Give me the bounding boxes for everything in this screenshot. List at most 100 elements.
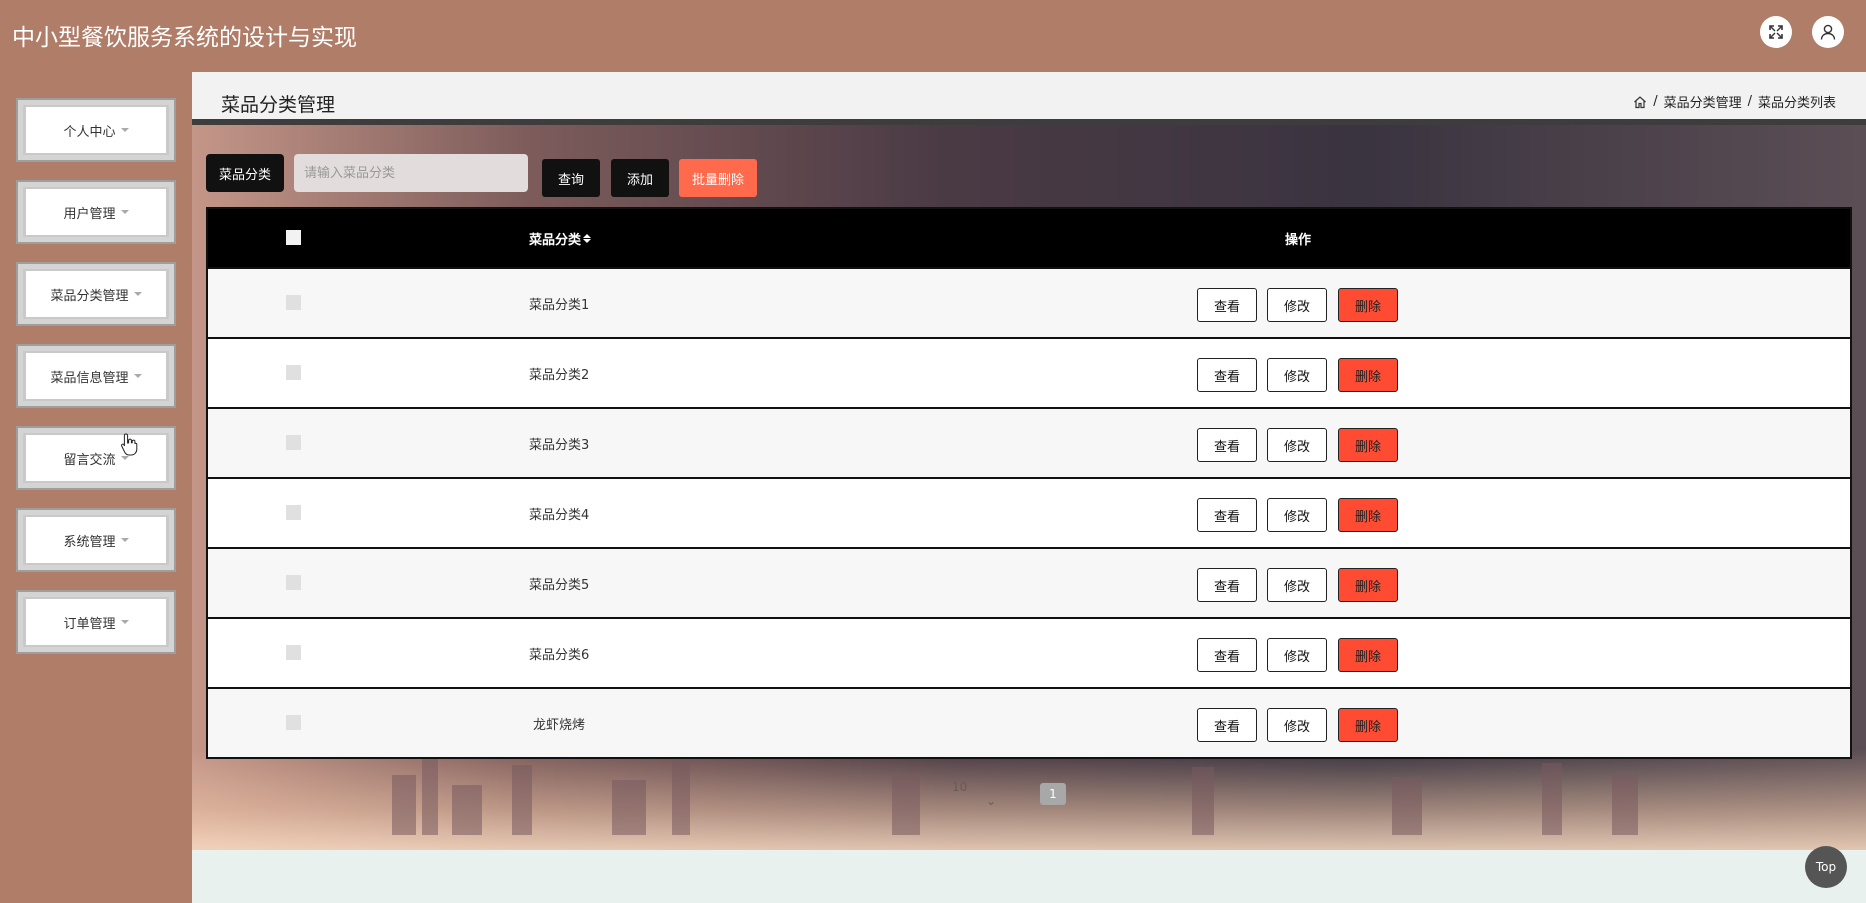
hand-cursor-icon xyxy=(121,433,138,456)
delete-button-label: 删除 xyxy=(1354,509,1381,525)
breadcrumb-item-category-management[interactable]: 菜品分类管理 xyxy=(1664,92,1742,111)
edit-button[interactable]: 修改 xyxy=(1267,708,1327,742)
sidebar-item-orders[interactable]: 订单管理 xyxy=(16,590,176,654)
page-title: 菜品分类管理 xyxy=(221,94,336,116)
chevron-down-icon: ⌄ xyxy=(986,794,997,808)
view-button[interactable]: 查看 xyxy=(1197,288,1257,322)
sidebar-item-user-management[interactable]: 用户管理 xyxy=(16,180,176,244)
delete-button-label: 删除 xyxy=(1354,649,1381,665)
delete-button-label: 删除 xyxy=(1354,579,1381,595)
table-row: 菜品分类3 查看 修改 删除 xyxy=(208,407,1850,477)
column-header-label: 菜品分类 xyxy=(529,232,582,248)
table-row: 菜品分类5 查看 修改 删除 xyxy=(208,547,1850,617)
sidebar-item-system[interactable]: 系统管理 xyxy=(16,508,176,572)
delete-button[interactable]: 删除 xyxy=(1338,568,1398,602)
column-header-actions: 操作 xyxy=(1285,232,1312,248)
sidebar-item-label: 个人中心 xyxy=(63,124,116,140)
delete-button[interactable]: 删除 xyxy=(1338,638,1398,672)
edit-button[interactable]: 修改 xyxy=(1267,428,1327,462)
edit-button[interactable]: 修改 xyxy=(1267,358,1327,392)
table-row: 菜品分类2 查看 修改 删除 xyxy=(208,337,1850,407)
sidebar-item-label: 系统管理 xyxy=(63,534,116,550)
sidebar-item-label: 用户管理 xyxy=(63,206,116,222)
page-number-current[interactable]: 1 xyxy=(1040,783,1066,805)
add-button[interactable]: 添加 xyxy=(611,159,669,197)
sidebar-item-label: 留言交流 xyxy=(63,452,116,468)
row-checkbox[interactable] xyxy=(286,435,301,450)
sidebar-item-messages[interactable]: 留言交流 xyxy=(16,426,176,490)
delete-button[interactable]: 删除 xyxy=(1338,288,1398,322)
row-checkbox[interactable] xyxy=(286,715,301,730)
breadcrumb-separator: / xyxy=(1747,94,1752,109)
delete-button-label: 删除 xyxy=(1354,369,1381,385)
back-to-top-button[interactable]: Top xyxy=(1805,846,1847,888)
table-header: 菜品分类 操作 xyxy=(208,209,1850,267)
breadcrumb-item-category-list: 菜品分类列表 xyxy=(1757,96,1836,111)
delete-button[interactable]: 删除 xyxy=(1338,498,1398,532)
delete-button-label: 删除 xyxy=(1354,299,1381,315)
view-button[interactable]: 查看 xyxy=(1197,638,1257,672)
query-button[interactable]: 查询 xyxy=(542,159,600,197)
row-checkbox[interactable] xyxy=(286,505,301,520)
app-title: 中小型餐饮服务系统的设计与实现 xyxy=(12,25,357,51)
category-name-cell: 龙虾烧烤 xyxy=(533,717,586,733)
row-checkbox[interactable] xyxy=(286,575,301,590)
select-all-checkbox[interactable] xyxy=(286,230,301,245)
app-header: 中小型餐饮服务系统的设计与实现 xyxy=(0,0,1866,72)
breadcrumb: / 菜品分类管理 / 菜品分类列表 xyxy=(1633,92,1836,111)
sidebar: 个人中心 用户管理 菜品分类管理 菜品信息管理 留言交流 系统管理 订单管理 xyxy=(0,72,192,903)
table-row: 菜品分类1 查看 修改 删除 xyxy=(208,267,1850,337)
table-row: 龙虾烧烤 查看 修改 删除 xyxy=(208,687,1850,757)
caret-down-icon xyxy=(133,292,142,296)
caret-down-icon xyxy=(120,456,129,460)
row-checkbox[interactable] xyxy=(286,365,301,380)
edit-button[interactable]: 修改 xyxy=(1267,498,1327,532)
row-checkbox[interactable] xyxy=(286,295,301,310)
category-name-cell: 菜品分类2 xyxy=(529,367,590,383)
user-button[interactable] xyxy=(1812,16,1844,48)
table-row: 菜品分类6 查看 修改 删除 xyxy=(208,617,1850,687)
edit-button[interactable]: 修改 xyxy=(1267,568,1327,602)
sidebar-item-label: 订单管理 xyxy=(63,616,116,632)
edit-button[interactable]: 修改 xyxy=(1267,288,1327,322)
table-row: 菜品分类4 查看 修改 删除 xyxy=(208,477,1850,547)
sidebar-item-dish-category[interactable]: 菜品分类管理 xyxy=(16,262,176,326)
sidebar-item-dish-info[interactable]: 菜品信息管理 xyxy=(16,344,176,408)
sort-icon[interactable] xyxy=(583,233,592,243)
caret-down-icon xyxy=(120,128,129,132)
view-button[interactable]: 查看 xyxy=(1197,358,1257,392)
category-table: 菜品分类 操作 菜品分类1 查看 修改 删除 菜品分类2 查看 修改 删除 菜品… xyxy=(206,207,1852,759)
caret-down-icon xyxy=(120,620,129,624)
sidebar-item-label: 菜品分类管理 xyxy=(50,288,129,304)
home-icon[interactable] xyxy=(1633,95,1647,109)
view-button[interactable]: 查看 xyxy=(1197,498,1257,532)
caret-down-icon xyxy=(133,374,142,378)
search-input[interactable] xyxy=(294,154,528,192)
category-name-cell: 菜品分类6 xyxy=(529,647,590,663)
row-checkbox[interactable] xyxy=(286,645,301,660)
view-button[interactable]: 查看 xyxy=(1197,568,1257,602)
page-title-bar: 菜品分类管理 / 菜品分类管理 / 菜品分类列表 xyxy=(192,72,1866,125)
view-button[interactable]: 查看 xyxy=(1197,708,1257,742)
sidebar-item-label: 菜品信息管理 xyxy=(50,370,129,386)
delete-button-label: 删除 xyxy=(1354,439,1381,455)
category-name-cell: 菜品分类5 xyxy=(529,577,590,593)
caret-down-icon xyxy=(120,538,129,542)
edit-button[interactable]: 修改 xyxy=(1267,638,1327,672)
batch-delete-button[interactable]: 批量删除 xyxy=(679,159,757,197)
page-size-select[interactable]: 10 ⌄ xyxy=(952,780,1012,808)
view-button[interactable]: 查看 xyxy=(1197,428,1257,462)
search-field-label: 菜品分类 xyxy=(206,154,284,192)
page-size-value: 10 xyxy=(952,780,968,794)
category-name-cell: 菜品分类1 xyxy=(529,297,590,313)
delete-button-label: 删除 xyxy=(1354,719,1381,735)
column-header-category[interactable]: 菜品分类 xyxy=(529,209,592,267)
category-name-cell: 菜品分类4 xyxy=(529,507,590,523)
caret-down-icon xyxy=(120,210,129,214)
sidebar-item-personal-center[interactable]: 个人中心 xyxy=(16,98,176,162)
fullscreen-button[interactable] xyxy=(1760,16,1792,48)
delete-button[interactable]: 删除 xyxy=(1338,708,1398,742)
delete-button[interactable]: 删除 xyxy=(1338,428,1398,462)
breadcrumb-separator: / xyxy=(1653,94,1658,109)
delete-button[interactable]: 删除 xyxy=(1338,358,1398,392)
